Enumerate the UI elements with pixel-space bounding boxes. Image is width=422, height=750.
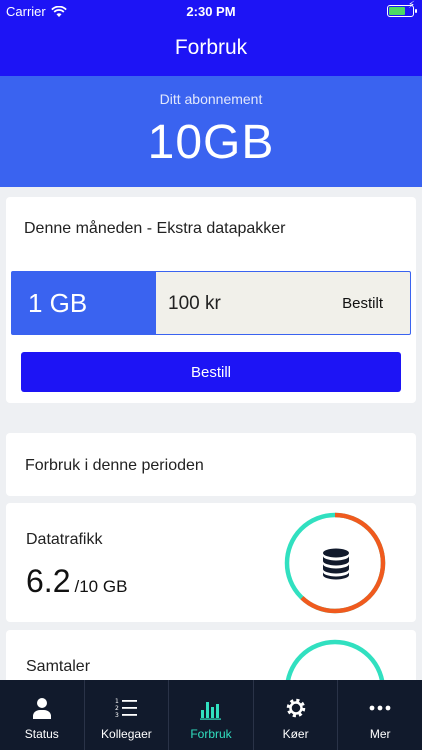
order-button[interactable]: Bestill <box>21 352 401 392</box>
extra-packages-title: Denne måneden - Ekstra datapakker <box>24 220 286 237</box>
svg-text:2: 2 <box>115 705 119 712</box>
tab-koer-label: Køer <box>282 727 309 741</box>
svg-text:3: 3 <box>115 712 119 719</box>
top-bar: Carrier 2:30 PM ⚡ Forbruk <box>0 0 422 76</box>
package-price: 100 kr <box>168 293 221 314</box>
tab-kollegaer[interactable]: 1 2 3 Kollegaer <box>85 680 170 750</box>
tab-forbruk-label: Forbruk <box>190 727 232 741</box>
tab-bar: Status 1 2 3 Kollegaer Forbruk Køer Mer <box>0 680 422 750</box>
tab-status-label: Status <box>24 727 59 741</box>
data-used: 6.2 <box>26 563 71 599</box>
tab-mer-label: Mer <box>369 727 391 741</box>
subscription-label: Ditt abonnement <box>159 91 263 107</box>
tab-kollegaer-label: Kollegaer <box>101 727 152 741</box>
subscription-value: 10GB <box>147 116 275 169</box>
list-icon: 1 2 3 <box>115 698 138 719</box>
data-usage-label: Datatrafikk <box>26 531 103 548</box>
more-icon <box>369 705 391 711</box>
package-size: 1 GB <box>12 272 156 334</box>
package-status: Bestilt <box>342 295 383 312</box>
tab-forbruk[interactable]: Forbruk <box>169 680 254 750</box>
extra-packages-card: Denne måneden - Ekstra datapakker 1 GB 1… <box>6 197 416 403</box>
clock: 2:30 PM <box>186 4 236 19</box>
bar-chart-icon <box>199 702 221 720</box>
data-limit: /10 GB <box>74 577 128 596</box>
charging-icon: ⚡ <box>407 0 415 11</box>
data-usage-card[interactable]: Datatrafikk 6.2/10 GB <box>6 503 416 622</box>
page-title: Forbruk <box>174 36 248 59</box>
svg-text:1: 1 <box>115 698 119 705</box>
data-usage-value: 6.2/10 GB <box>26 563 127 600</box>
battery-level <box>389 7 405 15</box>
tab-status[interactable]: Status <box>0 680 85 750</box>
tab-mer[interactable]: Mer <box>338 680 422 750</box>
period-title: Forbruk i denne perioden <box>25 457 204 474</box>
period-card: Forbruk i denne perioden <box>6 433 416 496</box>
gear-icon <box>286 698 305 718</box>
tab-koer[interactable]: Køer <box>254 680 339 750</box>
database-icon <box>323 548 349 580</box>
calls-usage-label: Samtaler <box>26 658 91 675</box>
status-bar: Carrier 2:30 PM ⚡ <box>0 0 422 24</box>
battery-icon: ⚡ <box>387 0 417 17</box>
person-icon <box>32 698 51 719</box>
subscription-banner: Ditt abonnement 10GB <box>0 76 422 187</box>
data-package-row[interactable]: 1 GB 100 kr Bestilt <box>11 271 411 335</box>
